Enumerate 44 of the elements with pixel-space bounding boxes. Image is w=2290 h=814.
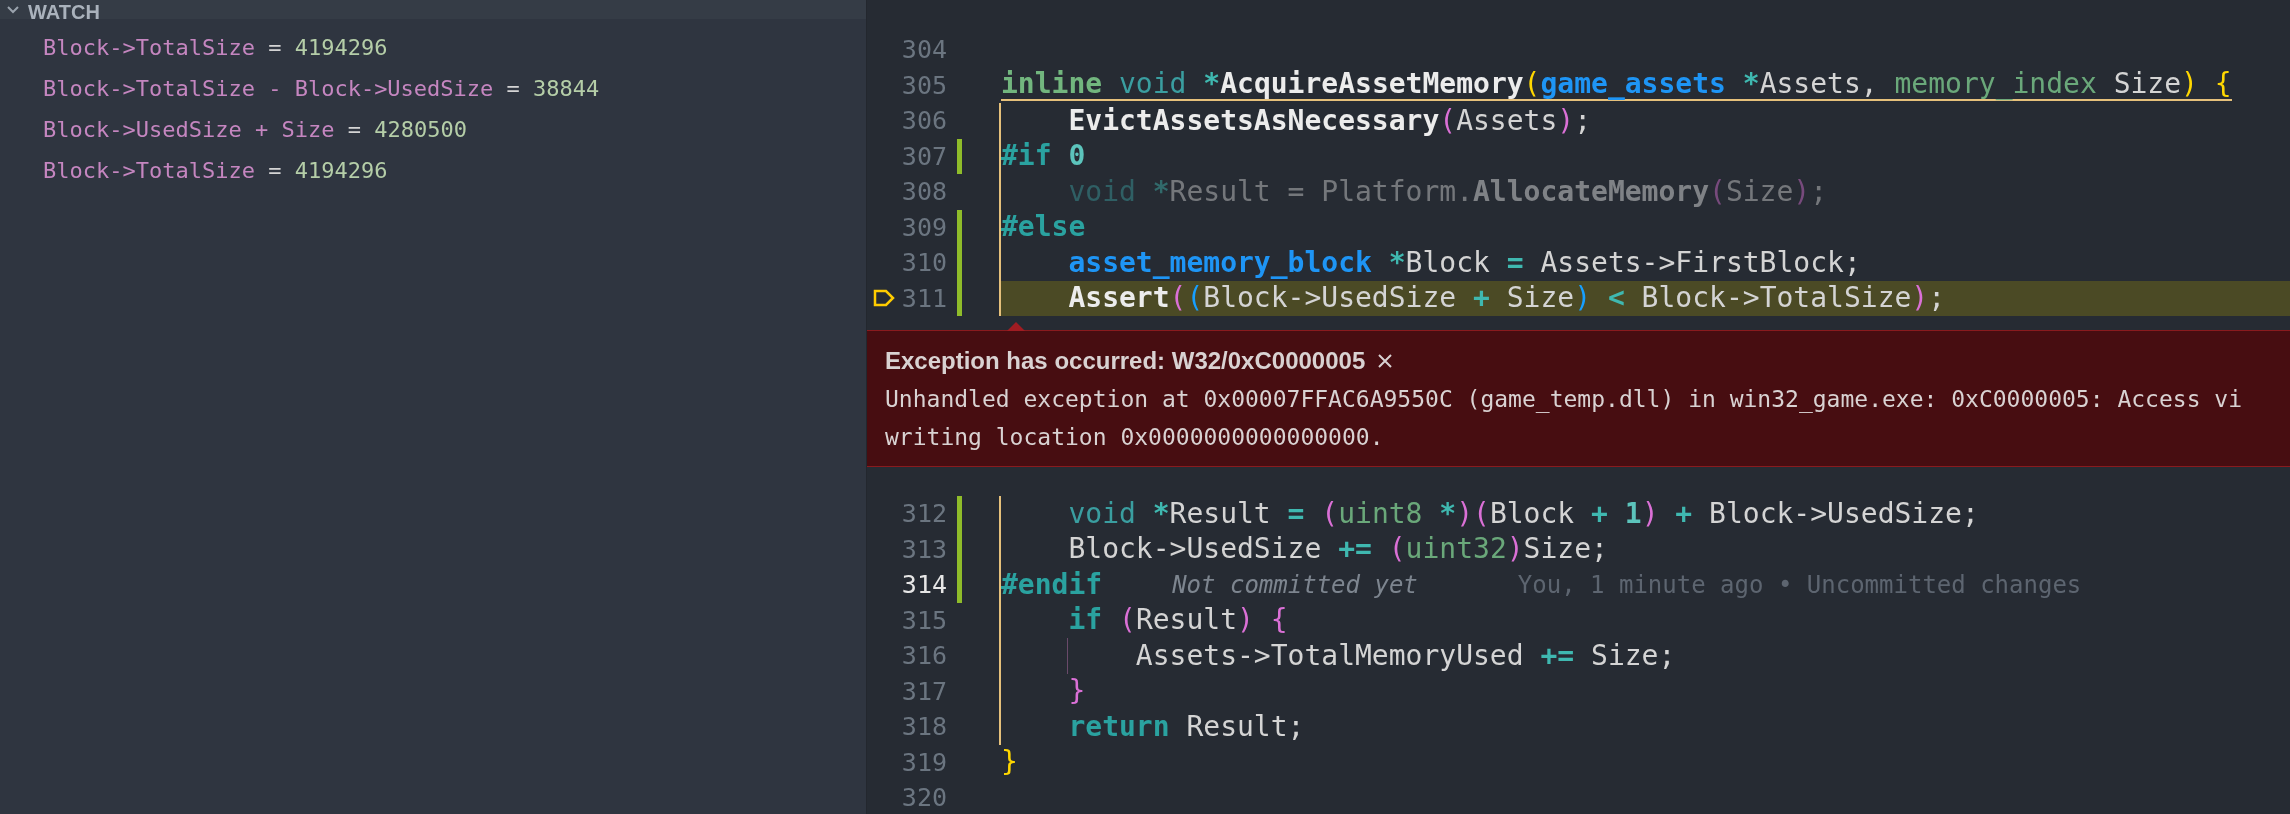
close-icon[interactable] xyxy=(1377,352,1394,369)
code-line: Block->UsedSize += (uint32)Size; xyxy=(1067,531,1608,568)
line-number: 313 xyxy=(901,533,947,566)
code-line: } xyxy=(1067,673,1086,710)
line-number: 306 xyxy=(901,105,947,137)
code-line: #if 0 xyxy=(1001,138,1086,175)
code-line: inline void *AcquireAssetMemory(game_assets *Assets, memory_index Size) { xyxy=(1001,69,2232,102)
line-number: 318 xyxy=(901,711,947,743)
line-number: 307 xyxy=(901,140,947,173)
line-number: 319 xyxy=(901,746,947,779)
line-number: 320 xyxy=(901,782,947,814)
pointer-triangle xyxy=(1007,322,1025,331)
code-line: } xyxy=(1001,744,1018,781)
exception-message: Unhandled exception at 0x00007FFAC6A9550C (game_temp.dll) in win32_game.exe: 0xC0000005: Access vi xyxy=(885,384,2244,415)
code-line: #endif xyxy=(1001,566,1103,603)
line-number: 309 xyxy=(901,211,947,244)
inline-annotation: Not committed yet xyxy=(1172,569,1418,601)
line-number: 317 xyxy=(901,675,947,708)
line-number: 311 xyxy=(901,282,947,315)
debug-pointer-icon xyxy=(873,289,895,308)
line-number: 316 xyxy=(901,640,947,672)
exception-message: writing location 0x0000000000000000. xyxy=(885,422,1385,452)
line-number: 314 xyxy=(901,569,947,601)
exception-title: Exception has occurred: W32/0xC0000005 xyxy=(885,345,1366,376)
line-number: 308 xyxy=(901,176,947,208)
code-line: void *Result = (uint8 *)(Block + 1) + Block->UsedSize; xyxy=(1067,495,1979,532)
code-line: if (Result) { xyxy=(1067,602,1288,639)
line-number: 305 xyxy=(901,69,947,102)
code-line: Assets->TotalMemoryUsed += Size; xyxy=(1134,637,1676,674)
blame-annotation: You, 1 minute ago • Uncommitted changes xyxy=(1517,569,2082,601)
code-line: asset_memory_block *Block = Assets->FirstBlock; xyxy=(1067,244,1861,281)
code-line: return Result; xyxy=(1067,708,1305,745)
watch-expression[interactable]: Block->TotalSize = 4194296 xyxy=(0,150,866,191)
line-number: 310 xyxy=(901,247,947,279)
code-line: Assert((Block->UsedSize + Size) < Block->TotalSize); xyxy=(1067,280,1946,317)
line-number: 315 xyxy=(901,604,947,637)
watch-expression[interactable]: Block->TotalSize - Block->UsedSize = 38844 xyxy=(0,68,866,109)
watch-expression[interactable]: Block->UsedSize + Size = 4280500 xyxy=(0,109,866,150)
code-line: EvictAssetsAsNecessary(Assets); xyxy=(1067,102,1592,139)
line-number: 304 xyxy=(901,34,947,66)
watch-expression[interactable]: Block->TotalSize = 4194296 xyxy=(0,27,866,68)
watch-header[interactable]: WATCH xyxy=(0,0,866,19)
code-line: #else xyxy=(1001,209,1086,246)
line-number: 312 xyxy=(901,498,947,530)
